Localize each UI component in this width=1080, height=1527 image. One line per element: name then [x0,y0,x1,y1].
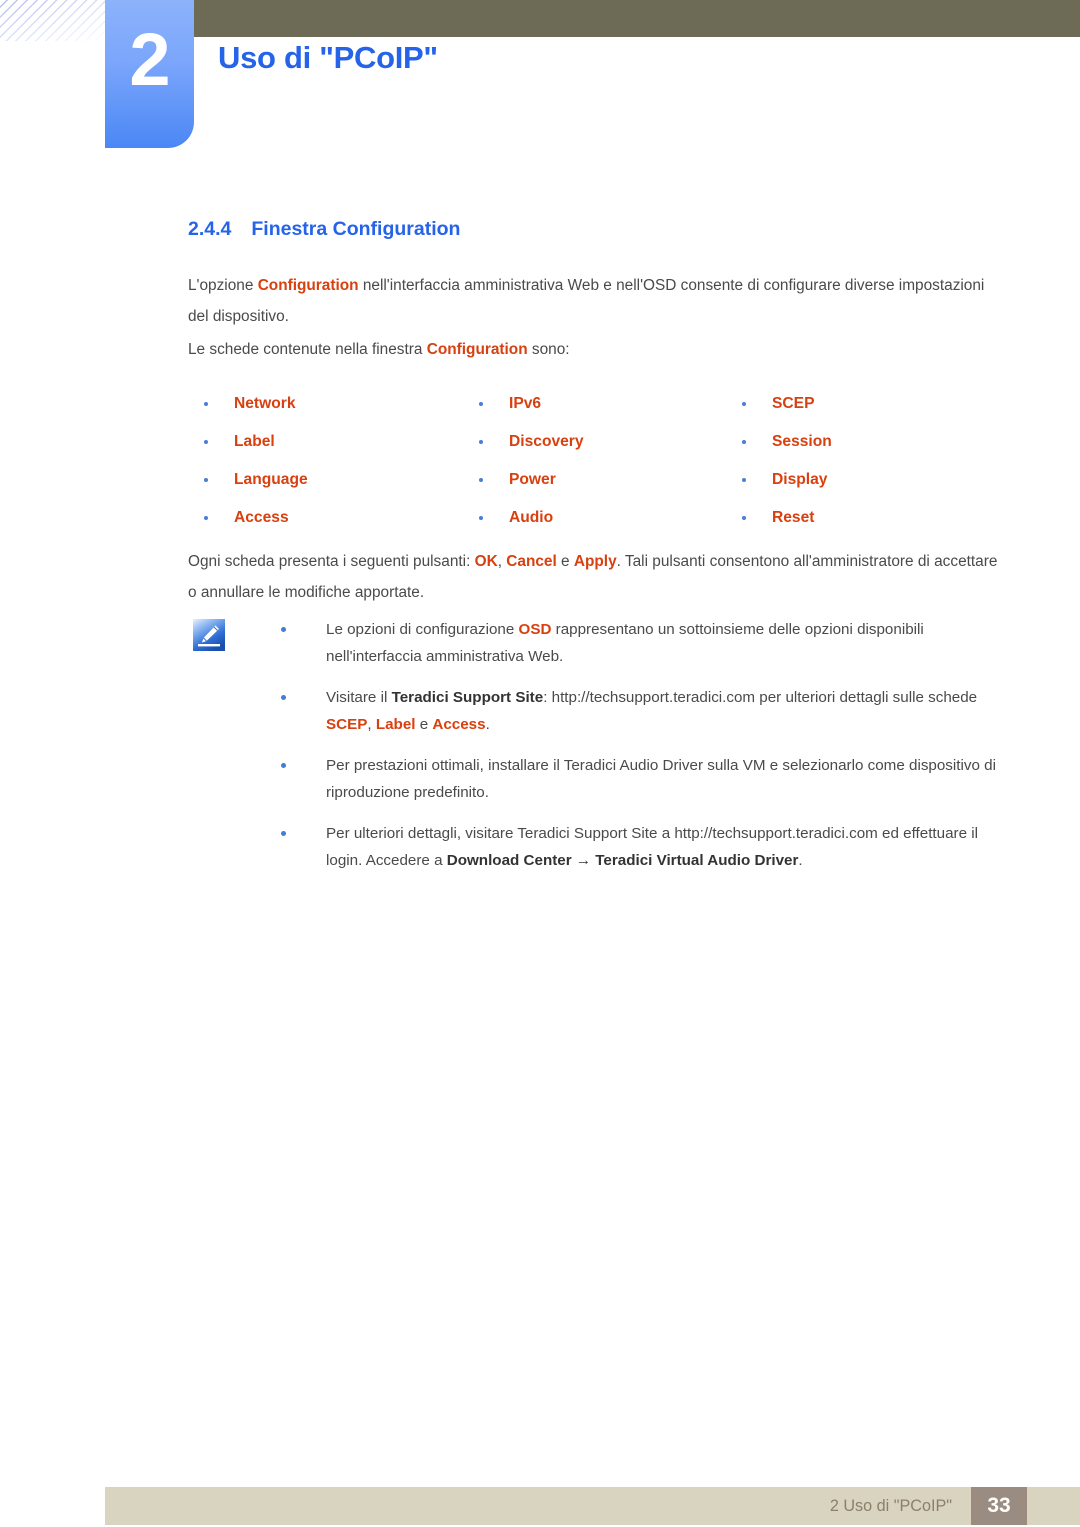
tab-item-network[interactable]: Network [188,392,438,430]
bullet-icon [479,402,483,406]
note-text-1: Per prestazioni ottimali, installare il … [326,757,996,801]
note-term-download-center: Download Center → Teradici Virtual Audio… [446,852,799,869]
tab-item-label: Language [234,471,308,488]
note-text-1: Le opzioni di configurazione [326,621,519,638]
tab-column-2: IPv6 Discovery Power Audio [463,392,713,544]
page-header: 2 Uso di "PCoIP" [0,0,1080,160]
tab-item-label: Discovery [509,433,584,450]
bullet-icon [742,516,746,520]
bullet-icon [281,763,286,768]
note-item: Per ulteriori dettagli, visitare Teradic… [268,820,1008,874]
decorative-stripes [0,0,106,41]
bullet-icon [281,695,286,700]
tab-item-discovery[interactable]: Discovery [463,430,713,468]
note-list: Le opzioni di configurazione OSD rappres… [268,616,1008,888]
tab-column-3: SCEP Session Display Reset [726,392,976,544]
tab-item-label: Display [772,471,828,488]
tab-item-label: Label [234,433,275,450]
intro-text-1: L'opzione [188,277,258,294]
section-title: Finestra Configuration [251,218,461,240]
tab-item-label: SCEP [772,395,815,412]
bullet-icon [204,440,208,444]
paragraph-intro: L'opzione Configuration nell'interfaccia… [188,270,1006,332]
chapter-title: Uso di "PCoIP" [218,40,438,75]
note-text-2: . [798,852,803,869]
note-item: Le opzioni di configurazione OSD rappres… [268,616,1008,670]
note-term-access: Access [432,716,486,733]
tab-item-audio[interactable]: Audio [463,506,713,544]
page-number: 33 [987,1494,1011,1517]
note-term-osd: OSD [518,621,552,638]
tab-item-display[interactable]: Display [726,468,976,506]
note-text-4: e [415,716,433,733]
buttons-sep-2: e [556,553,574,570]
tab-item-reset[interactable]: Reset [726,506,976,544]
note-text-2: : http://techsupport.teradici.com per ul… [543,689,978,706]
bullet-icon [742,440,746,444]
note-item: Visitare il Teradici Support Site: http:… [268,684,1008,738]
bullet-icon [479,516,483,520]
tab-item-label: Access [234,509,289,526]
page-footer: 2 Uso di "PCoIP" 33 [105,1487,1080,1525]
tab-item-label: Reset [772,509,815,526]
header-olive-bar [193,0,1080,37]
bullet-icon [204,402,208,406]
note-term-support-site: Teradici Support Site [391,689,544,706]
button-term-ok: OK [474,553,498,570]
tab-item-label: Network [234,395,296,412]
section-heading: 2.4.4 Finestra Configuration [188,218,460,241]
note-text-3: , [367,716,376,733]
buttons-text-1: Ogni scheda presenta i seguenti pulsanti… [188,553,475,570]
tab-item-scep[interactable]: SCEP [726,392,976,430]
paragraph-buttons: Ogni scheda presenta i seguenti pulsanti… [188,546,1006,608]
bullet-icon [281,627,286,632]
intro-term-configuration: Configuration [257,277,359,294]
tab-item-label: Session [772,433,832,450]
bullet-icon [742,402,746,406]
chapter-badge: 2 [105,0,194,148]
button-term-cancel: Cancel [506,553,557,570]
bullet-icon [204,516,208,520]
chapter-number: 2 [129,18,170,101]
bullet-icon [204,478,208,482]
note-term-scep: SCEP [326,716,368,733]
tab-item-label[interactable]: Label [188,430,438,468]
note-term-label: Label [375,716,416,733]
tab-item-label: Audio [509,509,554,526]
footer-chapter-label: 2 Uso di "PCoIP" [829,1497,952,1515]
tab-item-label: Power [509,471,556,488]
tab-item-ipv6[interactable]: IPv6 [463,392,713,430]
tab-item-session[interactable]: Session [726,430,976,468]
note-text-1: Visitare il [326,689,392,706]
tabs-term-configuration: Configuration [426,341,528,358]
button-term-apply: Apply [573,553,617,570]
paragraph-tabs-lead: Le schede contenute nella finestra Confi… [188,334,1006,365]
section-number: 2.4.4 [188,218,232,240]
bullet-icon [479,440,483,444]
bullet-icon [281,831,286,836]
bullet-icon [479,478,483,482]
note-pencil-icon [193,619,225,651]
tabs-text-2: sono: [527,341,570,358]
tab-item-label: IPv6 [509,395,542,412]
note-text-5: . [485,716,490,733]
tab-item-power[interactable]: Power [463,468,713,506]
page-number-box: 33 [971,1487,1027,1525]
buttons-sep-1: , [497,553,507,570]
note-item: Per prestazioni ottimali, installare il … [268,752,1008,806]
tabs-text-1: Le schede contenute nella finestra [188,341,427,358]
tab-item-access[interactable]: Access [188,506,438,544]
tab-column-1: Network Label Language Access [188,392,438,544]
bullet-icon [742,478,746,482]
tab-item-language[interactable]: Language [188,468,438,506]
